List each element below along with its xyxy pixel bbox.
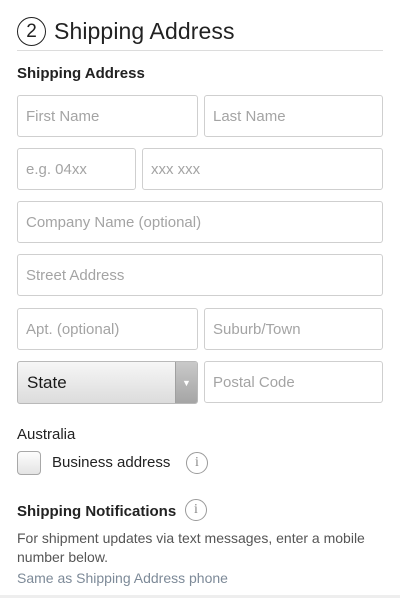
postal-code-input[interactable]: [204, 361, 383, 403]
same-as-shipping-phone-link[interactable]: Same as Shipping Address phone: [17, 570, 228, 586]
chevron-down-icon[interactable]: ▼: [175, 362, 197, 403]
last-name-input[interactable]: [204, 95, 383, 137]
step-number-badge: 2: [17, 16, 46, 46]
suburb-input[interactable]: [204, 308, 383, 350]
phone-area-input[interactable]: [17, 148, 136, 190]
header-divider: [17, 50, 383, 51]
shipping-address-label: Shipping Address: [17, 65, 145, 82]
phone-number-input[interactable]: [142, 148, 383, 190]
country-label: Australia: [17, 426, 76, 443]
street-address-input[interactable]: [17, 254, 383, 296]
shipping-notifications-label: Shipping Notifications: [17, 503, 177, 520]
company-name-input[interactable]: [17, 201, 383, 243]
state-select-value: State: [27, 372, 67, 392]
apt-input[interactable]: [17, 308, 198, 350]
info-icon[interactable]: i: [185, 499, 207, 521]
info-icon[interactable]: i: [186, 452, 208, 474]
state-select[interactable]: State ▼: [17, 361, 198, 404]
step-header: 2 Shipping Address: [17, 11, 383, 51]
business-address-label[interactable]: Business address: [52, 454, 170, 471]
business-address-checkbox[interactable]: [17, 451, 41, 475]
page-title: Shipping Address: [54, 17, 235, 44]
notifications-description: For shipment updates via text messages, …: [17, 530, 365, 565]
first-name-input[interactable]: [17, 95, 198, 137]
